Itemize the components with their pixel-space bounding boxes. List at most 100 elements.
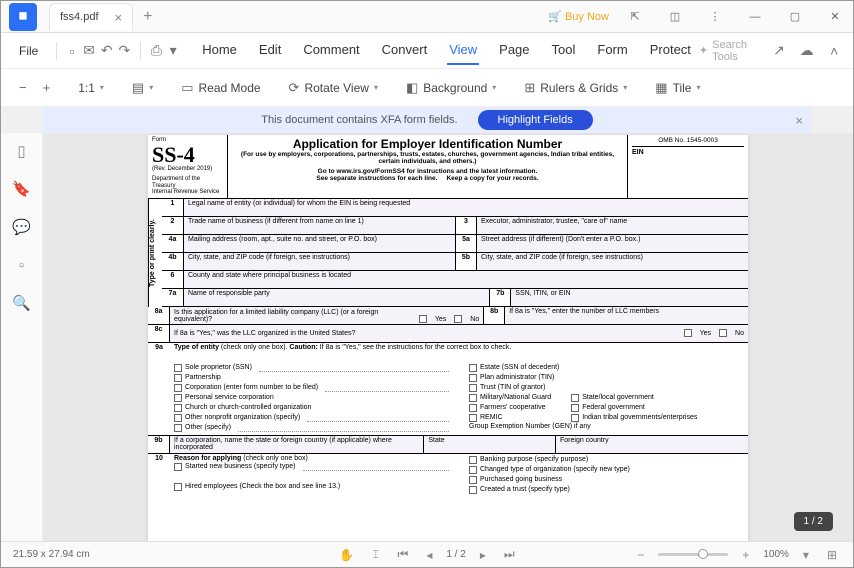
checkbox-plan[interactable] [469,374,477,382]
field-2[interactable]: Trade name of business (if different fro… [184,217,455,234]
zoom-thumb[interactable] [698,549,708,559]
notify-icon[interactable]: ◫ [661,5,689,29]
field-5b[interactable]: City, state, and ZIP code (if foreign, s… [477,253,748,270]
last-page-icon[interactable]: ⏭ [500,545,519,564]
zoom-out-status-icon[interactable]: − [633,546,648,564]
field-7a[interactable]: Name of responsible party [184,289,489,306]
zoom-out-button[interactable]: − [15,77,31,98]
xfa-close-icon[interactable]: × [795,113,803,128]
share-icon[interactable]: ⇱ [621,5,649,29]
field-6[interactable]: County and state where principal busines… [184,271,748,288]
checkbox-changed[interactable] [469,466,477,474]
zoom-in-button[interactable]: + [39,77,55,98]
field-4b[interactable]: City, state, and ZIP code (if foreign, s… [184,253,455,270]
tab-add-button[interactable]: + [143,8,152,26]
print-icon[interactable]: ⎙ [151,40,162,62]
checkbox-8c-yes[interactable] [684,329,692,337]
checkbox-estate[interactable] [469,364,477,372]
zoom-percent[interactable]: 100% [763,549,789,560]
mail-icon[interactable]: ✉ [83,40,95,62]
collapse-ribbon-icon[interactable]: ˄ [825,40,843,62]
field-5a[interactable]: Street address (if different) (Don't ent… [477,235,748,252]
page-layout-button[interactable]: ▤▾ [128,77,157,99]
field-8b[interactable]: If 8a is "Yes," enter the number of LLC … [505,307,748,324]
zoom-slider[interactable] [658,553,728,556]
fit-window-icon[interactable]: ⊞ [823,546,841,564]
tab-protect[interactable]: Protect [648,36,693,65]
open-external-icon[interactable]: ↗ [770,40,788,62]
tab-close-icon[interactable]: × [115,10,123,25]
next-page-icon[interactable]: ▸ [476,546,490,564]
maximize-button[interactable]: ▢ [781,5,809,29]
checkbox-hired[interactable] [174,483,182,491]
save-icon[interactable]: ▫ [67,40,77,62]
field-9b-state[interactable]: State [423,436,555,453]
checkbox-sole[interactable] [174,364,182,372]
chevron-down-icon[interactable]: ▾ [799,546,813,564]
tab-tool[interactable]: Tool [550,36,578,65]
tab-view[interactable]: View [447,36,479,65]
background-button[interactable]: ◧Background▾ [402,77,500,99]
checkbox-farm[interactable] [469,404,477,412]
checkbox-partnership[interactable] [174,374,182,382]
buy-now-button[interactable]: 🛒Buy Now [548,10,609,23]
tab-page[interactable]: Page [497,36,531,65]
kebab-menu-icon[interactable]: ⋮ [701,5,729,29]
field-3[interactable]: Executor, administrator, trustee, "care … [477,217,748,234]
checkbox-banking[interactable] [469,456,477,464]
tab-edit[interactable]: Edit [257,36,283,65]
checkbox-fed[interactable] [571,404,579,412]
minimize-button[interactable]: — [741,5,769,29]
checkbox-tribal[interactable] [571,414,579,422]
tab-comment[interactable]: Comment [301,36,361,65]
search-icon[interactable]: 🔍 [12,293,32,313]
checkbox-mil[interactable] [469,394,477,402]
attachments-icon[interactable]: ▫ [12,255,32,275]
cloud-icon[interactable]: ☁ [798,40,816,62]
field-7b[interactable]: SSN, ITIN, or EIN [511,289,748,306]
document-area[interactable]: Form SS-4 (Rev. December 2019) Departmen… [43,133,853,541]
page-counter[interactable]: 1 / 2 [446,549,465,560]
tile-button[interactable]: ▦Tile▾ [651,77,704,99]
checkbox-purchased[interactable] [469,476,477,484]
chevron-down-icon[interactable]: ▾ [168,40,178,62]
checkbox-slg[interactable] [571,394,579,402]
zoom-in-status-icon[interactable]: + [738,546,753,564]
checkbox-psc[interactable] [174,394,182,402]
undo-icon[interactable]: ↶ [101,40,113,62]
tab-home[interactable]: Home [200,36,239,65]
checkbox-corp[interactable] [174,384,182,392]
select-tool-icon[interactable]: ⌶ [368,545,383,564]
search-tools[interactable]: ✦Search Tools [699,39,760,63]
document-tab[interactable]: fss4.pdf × [49,3,133,31]
checkbox-started[interactable] [174,463,182,471]
first-page-icon[interactable]: ⏮ [394,545,413,564]
rotate-view-button[interactable]: ⟳Rotate View▾ [285,77,382,99]
field-1[interactable]: Legal name of entity (or individual) for… [184,199,748,216]
checkbox-created-trust[interactable] [469,486,477,494]
field-9b-fc[interactable]: Foreign country [555,436,748,453]
checkbox-8a-yes[interactable] [419,315,427,323]
checkbox-nonprofit[interactable] [174,414,182,422]
bookmarks-icon[interactable]: 🔖 [12,179,32,199]
redo-icon[interactable]: ↷ [119,40,131,62]
close-button[interactable]: ✕ [821,5,849,29]
checkbox-8c-no[interactable] [719,329,727,337]
rulers-grids-button[interactable]: ⊞Rulers & Grids▾ [520,77,631,99]
thumbnails-icon[interactable]: ▯ [12,141,32,161]
checkbox-8a-no[interactable] [454,315,462,323]
comments-icon[interactable]: 💬 [12,217,32,237]
prev-page-icon[interactable]: ◂ [422,546,436,564]
checkbox-remic[interactable] [469,414,477,422]
tab-form[interactable]: Form [595,36,629,65]
checkbox-church[interactable] [174,404,182,412]
checkbox-other[interactable] [174,424,182,432]
file-menu[interactable]: File [11,44,46,58]
fit-actual-button[interactable]: 1:1▾ [74,78,108,98]
hand-tool-icon[interactable]: ✋ [335,546,358,564]
tab-convert[interactable]: Convert [380,36,430,65]
checkbox-trust[interactable] [469,384,477,392]
field-4a[interactable]: Mailing address (room, apt., suite no. a… [184,235,455,252]
highlight-fields-button[interactable]: Highlight Fields [478,110,593,130]
read-mode-button[interactable]: ▭Read Mode [177,77,264,99]
